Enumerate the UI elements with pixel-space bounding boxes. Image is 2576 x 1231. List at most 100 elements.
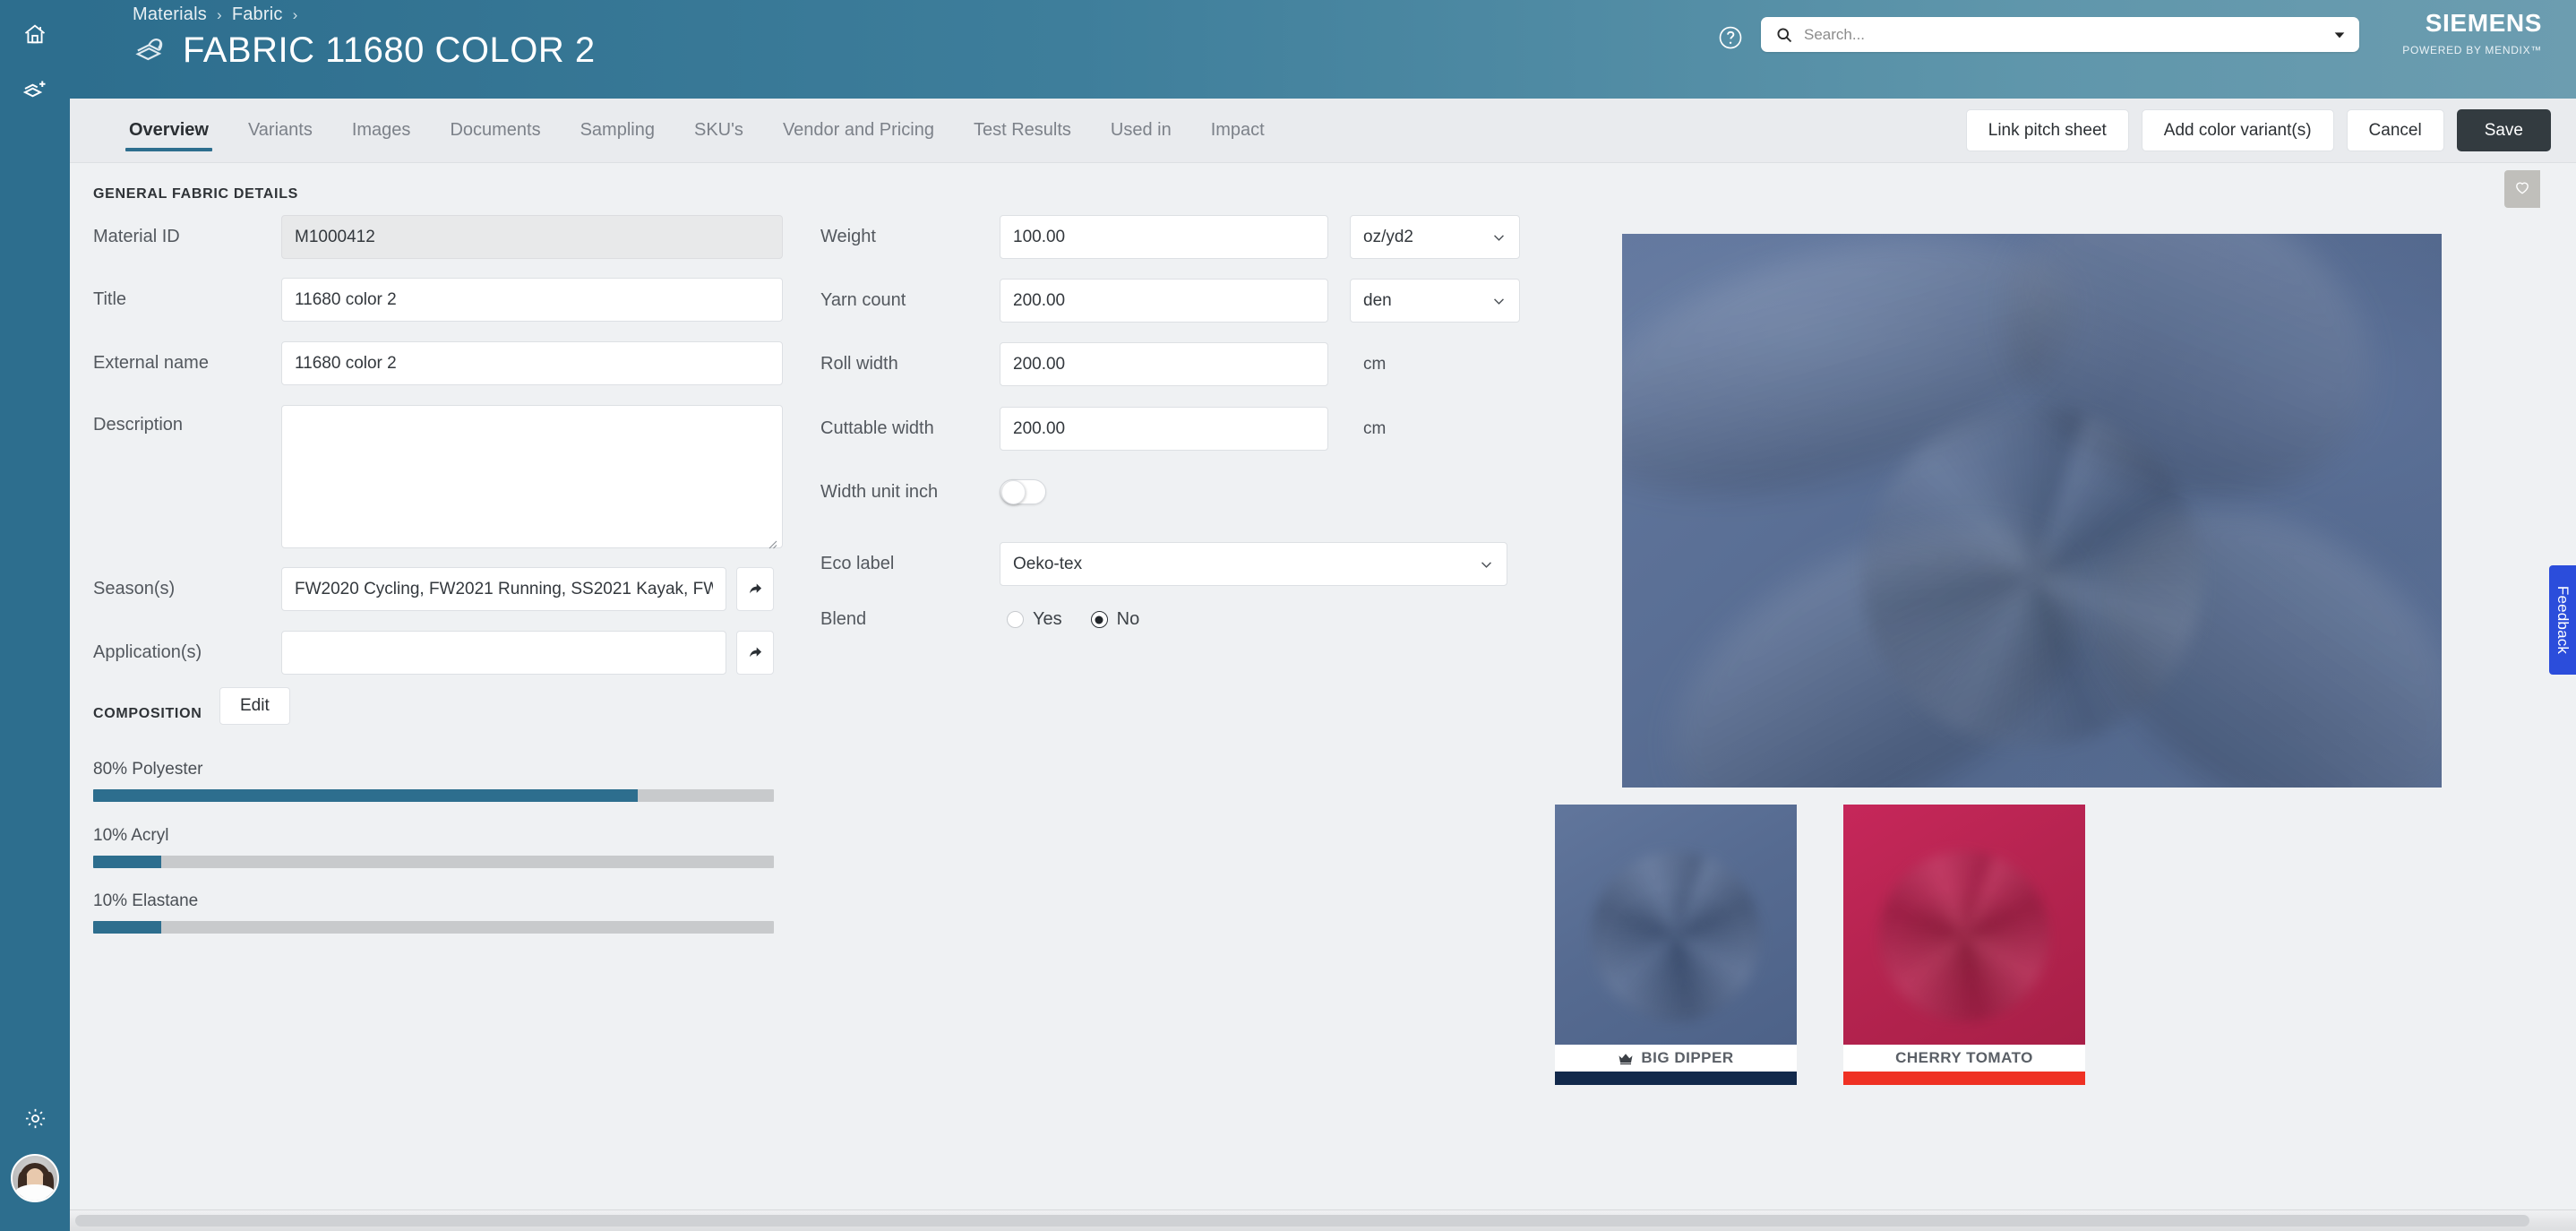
composition-label: 10% Elastane (93, 891, 199, 910)
page-title-row: FABRIC 11680 COLOR 2 (133, 32, 596, 68)
composition-label: 80% Polyester (93, 760, 203, 779)
search-input[interactable] (1804, 25, 2332, 44)
tab-impact[interactable]: Impact (1191, 99, 1284, 163)
fabric-swatch-icon (133, 32, 168, 68)
tab-list: Overview Variants Images Documents Sampl… (109, 99, 1284, 163)
breadcrumb-fabric[interactable]: Fabric (232, 4, 283, 25)
composition-track (93, 856, 774, 868)
blend-option-no-label: No (1116, 609, 1140, 629)
field-title: Title (93, 278, 783, 322)
add-layers-icon[interactable] (0, 66, 70, 113)
scrollbar-thumb[interactable] (75, 1215, 2529, 1227)
tab-skus[interactable]: SKU's (674, 99, 763, 163)
color-variant-cherry-tomato[interactable]: CHERRY TOMATO (1843, 805, 2085, 1085)
field-applications: Application(s) (93, 631, 774, 675)
color-variant-big-dipper[interactable]: BIG DIPPER (1555, 805, 1797, 1085)
variant-name-row: BIG DIPPER (1555, 1045, 1797, 1072)
weight-label: Weight (820, 227, 876, 246)
field-eco-label: Eco label Oeko-tex (820, 542, 1507, 586)
composition-fill (93, 856, 161, 868)
weight-unit-select[interactable]: oz/yd2 (1350, 215, 1520, 259)
cuttable-width-label: Cuttable width (820, 418, 934, 438)
title-label: Title (93, 289, 127, 309)
search-icon (1775, 26, 1793, 44)
chevron-down-icon (1491, 229, 1507, 245)
blend-radio-yes[interactable] (1007, 611, 1024, 628)
gear-icon[interactable] (0, 1095, 70, 1141)
tab-test-results[interactable]: Test Results (954, 99, 1091, 163)
field-yarn-count: Yarn count den (820, 279, 1520, 323)
applications-input[interactable] (281, 631, 726, 675)
field-weight: Weight oz/yd2 (820, 215, 1520, 259)
edit-composition-button[interactable]: Edit (219, 687, 290, 725)
composition-item-acryl: 10% Acryl (93, 826, 774, 868)
add-color-variants-button[interactable]: Add color variant(s) (2141, 109, 2334, 151)
tab-used-in[interactable]: Used in (1091, 99, 1191, 163)
variant-thumbnail-image[interactable] (1843, 805, 2085, 1045)
hero-fabric-image[interactable] (1622, 234, 2442, 788)
link-pitch-sheet-button[interactable]: Link pitch sheet (1965, 109, 2129, 151)
field-seasons: Season(s) (93, 567, 774, 611)
tab-bar: Overview Variants Images Documents Sampl… (70, 99, 2576, 163)
home-icon[interactable] (0, 11, 70, 57)
external-name-input[interactable] (281, 341, 783, 385)
breadcrumb-separator-1: › (216, 5, 222, 23)
blend-radio-no[interactable] (1090, 611, 1108, 628)
weight-input[interactable] (1000, 215, 1328, 259)
tab-sampling[interactable]: Sampling (561, 99, 674, 163)
chevron-down-icon (1479, 556, 1494, 572)
composition-fill (93, 789, 638, 802)
app-header: Materials › Fabric › FABRIC 11680 COLOR … (70, 0, 2576, 99)
yarn-count-input[interactable] (1000, 279, 1328, 323)
width-unit-inch-toggle[interactable] (1000, 479, 1046, 504)
tab-overview[interactable]: Overview (109, 99, 228, 163)
yarn-count-unit-select[interactable]: den (1350, 279, 1520, 323)
blend-radio-group: Yes No (1007, 609, 1159, 630)
material-id-label: Material ID (93, 227, 180, 246)
variant-thumbnail-image[interactable] (1555, 805, 1797, 1045)
breadcrumb-materials[interactable]: Materials (133, 4, 207, 25)
variant-name: BIG DIPPER (1641, 1049, 1734, 1066)
composition-track (93, 789, 774, 802)
tab-variants[interactable]: Variants (228, 99, 332, 163)
toolbar-actions: Link pitch sheet Add color variant(s) Ca… (1965, 109, 2551, 151)
tab-vendor-and-pricing[interactable]: Vendor and Pricing (763, 99, 954, 163)
cancel-button[interactable]: Cancel (2346, 109, 2444, 151)
title-input[interactable] (281, 278, 783, 322)
global-search[interactable] (1761, 17, 2359, 52)
feedback-label: Feedback (2555, 585, 2572, 655)
cuttable-width-input[interactable] (1000, 407, 1328, 451)
tab-images[interactable]: Images (332, 99, 431, 163)
applications-share-arrow-icon[interactable] (736, 631, 774, 675)
crown-icon (1618, 1052, 1634, 1065)
section-title-general-fabric-details: GENERAL FABRIC DETAILS (93, 186, 299, 202)
field-description: Description (93, 405, 783, 553)
horizontal-scrollbar[interactable] (70, 1209, 2576, 1231)
save-button[interactable]: Save (2456, 109, 2551, 151)
description-label: Description (93, 415, 184, 435)
help-circle-icon[interactable] (1716, 23, 1745, 52)
composition-label: 10% Acryl (93, 826, 169, 845)
description-textarea[interactable] (281, 405, 783, 548)
field-cuttable-width: Cuttable width cm (820, 407, 1386, 451)
tab-documents[interactable]: Documents (430, 99, 560, 163)
variant-color-swatch (1555, 1072, 1797, 1085)
yarn-count-label: Yarn count (820, 290, 906, 310)
field-width-unit-inch: Width unit inch (820, 479, 1046, 504)
roll-width-unit: cm (1363, 354, 1387, 374)
eco-label-select[interactable]: Oeko-tex (1000, 542, 1507, 586)
seasons-input[interactable] (281, 567, 726, 611)
roll-width-input[interactable] (1000, 342, 1328, 386)
favorite-button[interactable] (2504, 170, 2540, 208)
blend-label: Blend (820, 609, 867, 629)
chevron-down-icon[interactable] (2332, 28, 2347, 42)
feedback-tab[interactable]: Feedback (2549, 565, 2576, 675)
variant-color-swatch (1843, 1072, 2085, 1085)
seasons-share-arrow-icon[interactable] (736, 567, 774, 611)
eco-label-value: Oeko-tex (1013, 554, 1083, 573)
composition-track (93, 921, 774, 934)
avatar-shirt (15, 1184, 55, 1201)
avatar[interactable] (11, 1154, 59, 1202)
field-material-id: Material ID (93, 215, 783, 259)
field-roll-width: Roll width cm (820, 342, 1386, 386)
